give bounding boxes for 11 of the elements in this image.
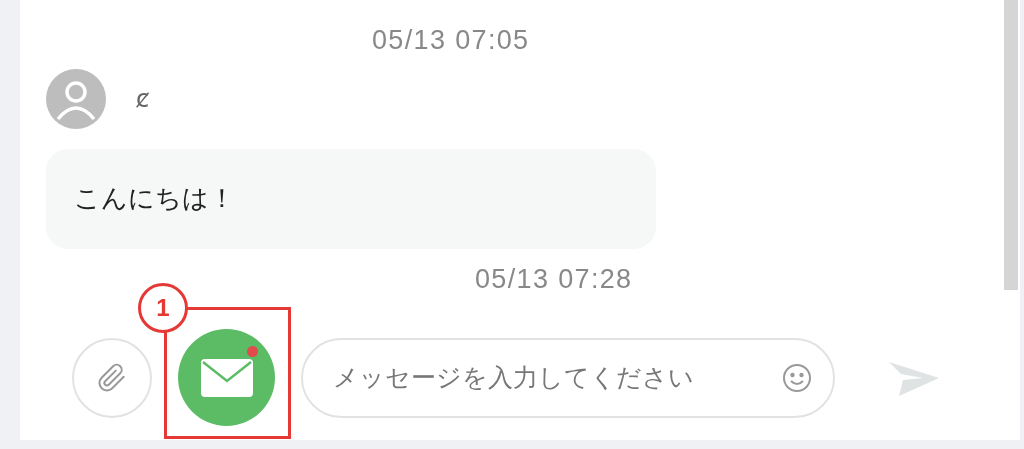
- message-bubble: こんにちは！: [46, 148, 656, 249]
- timestamp: 05/13 07:28: [475, 262, 633, 296]
- envelope-icon: [200, 358, 253, 397]
- scrollbar[interactable]: [1004, 0, 1018, 290]
- attach-button[interactable]: [72, 337, 152, 418]
- emoji-icon[interactable]: [781, 361, 813, 394]
- timestamp: 05/13 07:05: [372, 24, 530, 57]
- step-badge: 1: [138, 283, 188, 333]
- message-input[interactable]: メッセージを入力してください: [301, 337, 835, 418]
- sender-name: ȼ: [136, 83, 150, 115]
- avatar-icon: [46, 68, 106, 129]
